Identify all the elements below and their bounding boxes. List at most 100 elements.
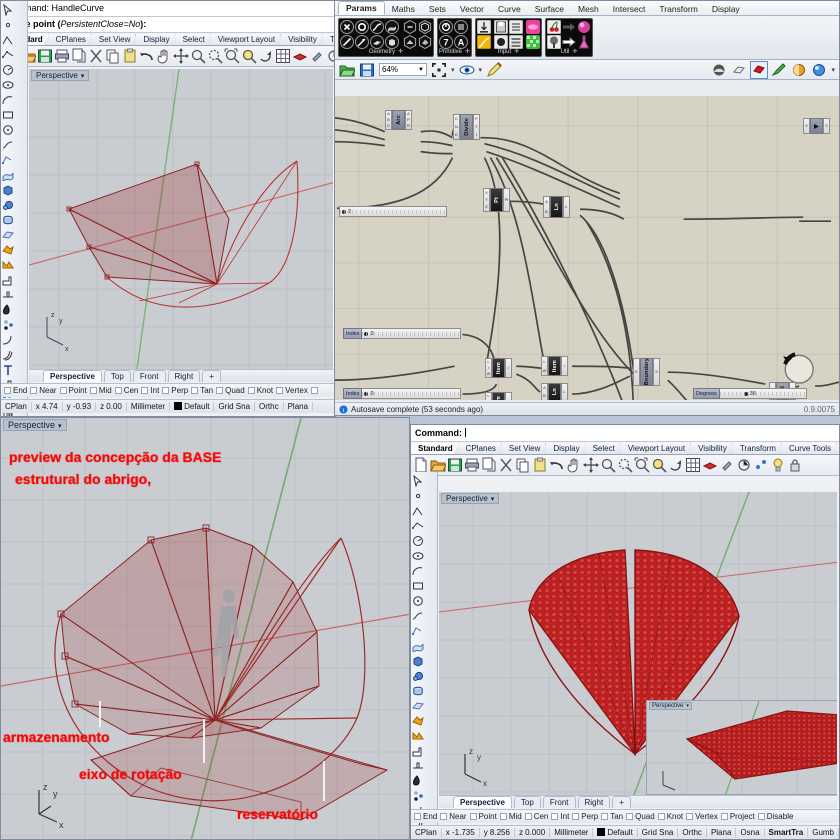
save-icon-br[interactable] [447, 457, 463, 473]
boolean-diff-icon[interactable] [2, 259, 14, 271]
group-expand-icon[interactable]: ✛ [398, 49, 403, 56]
mesh-param-icon[interactable] [418, 19, 432, 35]
toolbar-tab-br-select[interactable]: Select [586, 443, 621, 454]
gh-node-divide-inputs[interactable]: CNK [453, 114, 460, 140]
gh-node-ln-2-body[interactable]: Ln [548, 383, 561, 400]
viewport-label-top[interactable]: Perspective ▾ [31, 70, 90, 81]
control-point-curve-icon[interactable] [2, 154, 14, 166]
surface-from-curve-icon-br[interactable] [412, 640, 424, 652]
status-br-grid-snap[interactable]: Grid Sna [638, 828, 679, 837]
osnap-br-int[interactable]: Int [551, 812, 571, 821]
osnap-cen[interactable]: Cen [114, 386, 141, 395]
copy-to-clipboard-icon-br[interactable] [481, 457, 497, 473]
cut-icon-br[interactable] [498, 457, 514, 473]
standard-toolbar[interactable] [1, 46, 335, 67]
gh-node-ln-1-outputs[interactable]: L [563, 196, 570, 218]
gh-slider-degrees[interactable]: Degrees 36 [693, 388, 807, 399]
explode-icon[interactable] [2, 289, 14, 301]
viewport-tab-br-add[interactable]: + [612, 796, 631, 808]
rectangle-icon[interactable] [2, 109, 14, 121]
arc-icon-br[interactable] [412, 565, 424, 577]
gh-node-stream-body[interactable]: ▶ [810, 118, 823, 134]
gh-tab-transform[interactable]: Transform [652, 3, 704, 15]
zoom-icon-br[interactable] [600, 457, 616, 473]
pan-hand-icon[interactable] [156, 48, 172, 64]
gh-node-stream-filter[interactable]: S ▶ S [803, 118, 830, 134]
zoom-window-icon-br[interactable] [617, 457, 633, 473]
circle-param-icon[interactable] [355, 20, 369, 34]
point-icon-br[interactable] [412, 490, 424, 502]
zoom-extents-icon[interactable] [241, 48, 257, 64]
gh-slider-index-1[interactable]: Index 0 [343, 328, 461, 339]
zoom-window-icon[interactable] [207, 48, 223, 64]
toolbar-tab-visibility[interactable]: Visibility [281, 34, 323, 45]
osnap-knot[interactable]: Knot [247, 386, 275, 395]
viewport-tabs-top[interactable]: Perspective Top Front Right + [29, 369, 333, 382]
box-icon-br[interactable] [412, 655, 424, 667]
viewport-tab-right[interactable]: Right [167, 370, 201, 382]
viewport-tabs-br[interactable]: Perspective Top Front Right + [439, 795, 837, 808]
pan-hand-icon-br[interactable] [566, 457, 582, 473]
status-br-ortho[interactable]: Orthc [678, 828, 707, 837]
gh-node-item-1-body[interactable]: Item [492, 358, 505, 378]
sphere-icon[interactable] [811, 62, 827, 78]
osnap-mid[interactable]: Mid [89, 386, 114, 395]
gh-tab-vector[interactable]: Vector [453, 3, 491, 15]
gh-node-divide-outputs[interactable]: PTt [473, 114, 480, 140]
gh-slider-index-0[interactable]: 2 [339, 206, 447, 217]
fillet-icon[interactable] [2, 334, 14, 346]
viewport-tab-top[interactable]: Top [103, 370, 131, 382]
zoom-extents-caret-icon[interactable]: ▾ [451, 66, 455, 74]
osnap-br-tan[interactable]: Tan [601, 812, 625, 821]
planar-surface-icon[interactable] [2, 229, 14, 241]
boolean-union-icon-br[interactable] [412, 715, 424, 727]
properties-icon[interactable] [309, 48, 325, 64]
curve-points-icon-br[interactable] [412, 520, 424, 532]
toolbar-tab-br-curve-tools[interactable]: Curve Tools [782, 443, 837, 454]
gh-node-item-3[interactable]: LW Item i [541, 356, 568, 376]
osnap-end[interactable]: End [4, 386, 29, 395]
undo-icon[interactable] [139, 48, 155, 64]
cylinder-icon-br[interactable] [412, 685, 424, 697]
select-arrow-icon-br[interactable] [412, 475, 424, 487]
circle-icon[interactable] [2, 64, 14, 76]
explode-icon-br[interactable] [412, 760, 424, 772]
command-prompt-line[interactable]: Curve point (PersistentClose=No): [1, 17, 335, 33]
osnap-br-mid[interactable]: Mid [499, 812, 524, 821]
grid-icon[interactable] [275, 48, 291, 64]
freeform-curve-icon[interactable] [2, 139, 14, 151]
arc-icon[interactable] [2, 94, 14, 106]
osnap-br-cen[interactable]: Cen [524, 812, 551, 821]
subd-param-icon[interactable] [418, 34, 432, 50]
gh-node-pt-outputs[interactable]: Pt [503, 188, 510, 212]
list-input-icon[interactable] [508, 34, 524, 50]
properties-icon-br[interactable] [719, 457, 735, 473]
button-input-icon[interactable] [476, 19, 492, 35]
grasshopper-component-tabs[interactable]: Params Maths Sets Vector Curve Surface M… [335, 1, 839, 16]
group-expand-icon-4[interactable]: ✛ [572, 49, 577, 56]
viewport-tab-perspective[interactable]: Perspective [43, 370, 102, 382]
osnap-br-project[interactable]: Project [720, 812, 757, 821]
gh-tab-params[interactable]: Params [338, 1, 385, 15]
join-icon-br[interactable] [412, 745, 424, 757]
planar-surface-icon-br[interactable] [412, 700, 424, 712]
gh-node-ln-1-inputs[interactable]: AB [543, 196, 550, 218]
viewport-menu-chevron-icon-bl[interactable]: ▾ [55, 423, 62, 430]
gh-tab-surface[interactable]: Surface [528, 3, 571, 15]
floppy-disk-icon[interactable] [359, 62, 375, 78]
cylinder-icon[interactable] [2, 214, 14, 226]
ellipse-icon-br[interactable] [412, 550, 424, 562]
viewport-label-bottom-left[interactable]: Perspective ▾ [3, 419, 67, 431]
toolbar-tab-br-visibility[interactable]: Visibility [691, 443, 733, 454]
sun-icon[interactable] [791, 62, 807, 78]
rectangle-icon-br[interactable] [412, 580, 424, 592]
gh-node-item-3-outputs[interactable]: i [561, 356, 568, 376]
gh-node-item-2-body[interactable]: Item [492, 392, 505, 400]
viewport-tab-br-top[interactable]: Top [513, 796, 541, 808]
print-icon[interactable] [54, 48, 70, 64]
status-grid-snap[interactable]: Grid Sna [214, 402, 256, 411]
osnap-br-near[interactable]: Near [440, 812, 468, 821]
prompt-option[interactable]: PersistentClose=No [61, 19, 141, 29]
gh-node-pt[interactable]: XYZ Pt Pt [483, 188, 510, 212]
inset-viewport-label[interactable]: Perspective ▾ [649, 702, 692, 710]
